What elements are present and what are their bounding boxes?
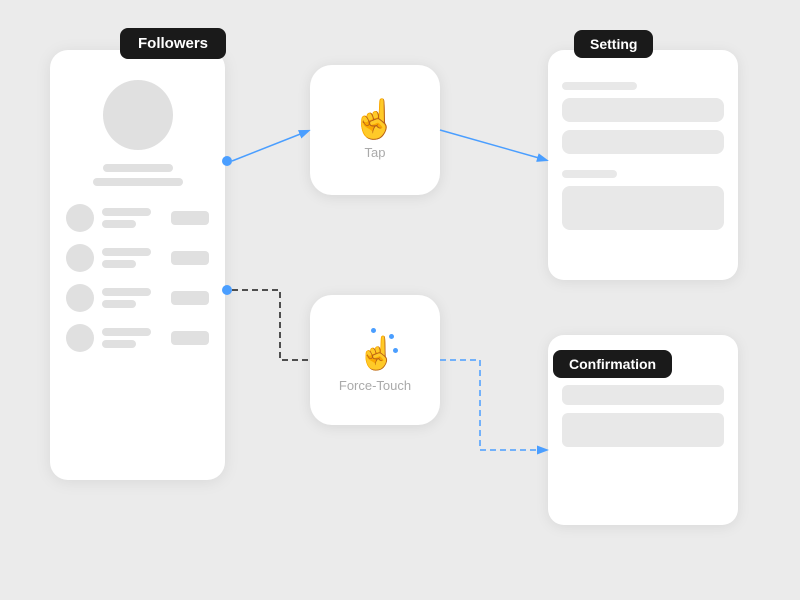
tap-label: Tap — [365, 145, 386, 160]
list-avatar — [66, 284, 94, 312]
force-touch-card: ☝️ Force-Touch — [310, 295, 440, 425]
tap-left-arrow — [232, 131, 308, 161]
hand-icon: ☝️ — [357, 334, 397, 372]
list-text-bar — [102, 208, 151, 216]
setting-card — [548, 50, 738, 280]
confirm-bar-3 — [562, 413, 724, 447]
list-text-bar-2 — [102, 260, 136, 268]
list-item — [66, 204, 209, 232]
setting-bar-3 — [562, 130, 724, 154]
profile-text-lines — [66, 164, 209, 186]
follow-button-placeholder — [171, 251, 209, 265]
list-text — [102, 248, 163, 268]
confirmation-label-text: Confirmation — [569, 356, 656, 372]
list-item — [66, 244, 209, 272]
tap-right-arrow — [440, 130, 546, 160]
list-avatar — [66, 204, 94, 232]
tap-card: ☝️ Tap — [310, 65, 440, 195]
list-avatar — [66, 244, 94, 272]
follow-button-placeholder — [171, 331, 209, 345]
profile-avatar — [103, 80, 173, 150]
list-text — [102, 328, 163, 348]
list-text — [102, 208, 163, 228]
list-item — [66, 324, 209, 352]
setting-bar-1 — [562, 82, 637, 90]
force-touch-label: Force-Touch — [339, 378, 411, 393]
list-text — [102, 288, 163, 308]
diagram: Followers ☝️ Tap ☝️ Force-Touch Setting — [0, 0, 800, 600]
list-text-bar-2 — [102, 300, 136, 308]
followers-label-text: Followers — [138, 35, 208, 52]
setting-bar-2 — [562, 98, 724, 122]
force-touch-right-arrow — [440, 360, 546, 450]
force-origin-dot — [222, 285, 232, 295]
confirm-content — [562, 367, 724, 447]
force-touch-dashed-path — [232, 290, 310, 360]
follow-button-placeholder — [171, 291, 209, 305]
confirmation-badge: Confirmation — [553, 350, 672, 378]
list-item — [66, 284, 209, 312]
list-text-bar — [102, 288, 151, 296]
followers-card — [50, 50, 225, 480]
list-text-bar-2 — [102, 220, 136, 228]
confirm-bar-2 — [562, 385, 724, 405]
followers-badge: Followers — [120, 28, 226, 59]
setting-content — [562, 82, 724, 230]
setting-label-text: Setting — [590, 36, 637, 52]
setting-bar-4 — [562, 170, 617, 178]
follower-list — [66, 204, 209, 352]
force-touch-icon: ☝️ — [353, 328, 397, 372]
list-text-bar — [102, 328, 151, 336]
setting-badge: Setting — [574, 30, 653, 58]
setting-bar-5 — [562, 186, 724, 230]
text-bar-2 — [93, 178, 183, 186]
force-dot-1 — [371, 328, 376, 333]
list-text-bar-2 — [102, 340, 136, 348]
list-avatar — [66, 324, 94, 352]
tap-origin-dot — [222, 156, 232, 166]
text-bar-1 — [103, 164, 173, 172]
tap-gesture-icon: ☝️ — [351, 101, 398, 139]
list-text-bar — [102, 248, 151, 256]
follow-button-placeholder — [171, 211, 209, 225]
